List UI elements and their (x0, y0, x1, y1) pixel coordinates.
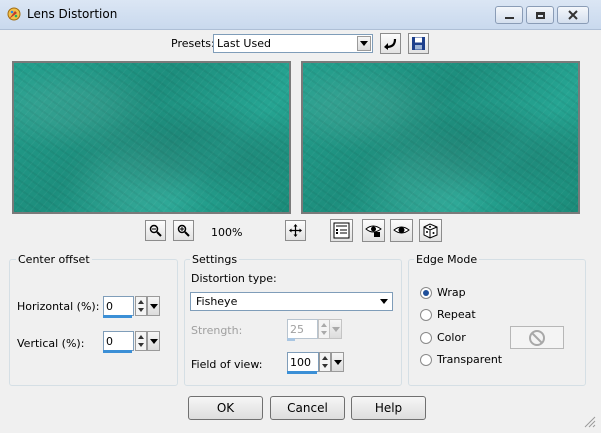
vertical-slider-dropdown[interactable] (147, 331, 160, 351)
eye-lock-icon (365, 225, 382, 237)
radio-repeat-label[interactable]: Repeat (437, 308, 476, 321)
minimize-icon (504, 16, 514, 19)
horizontal-input[interactable]: 0 (103, 296, 134, 316)
zoom-out-icon (149, 224, 162, 237)
strength-slider-dropdown[interactable] (329, 319, 342, 339)
field-of-view-value: 100 (290, 356, 311, 369)
close-icon (568, 10, 578, 20)
field-of-view-label: Field of view: (191, 358, 263, 371)
eye-icon (393, 226, 410, 234)
presets-label: Presets: (171, 37, 215, 50)
resize-grip[interactable] (582, 414, 596, 428)
paint-shop-pro-icon (6, 6, 22, 22)
cancel-button[interactable]: Cancel (270, 396, 345, 420)
radio-color[interactable] (420, 332, 432, 344)
close-button[interactable] (557, 6, 589, 24)
field-of-view-input[interactable]: 100 (287, 352, 319, 372)
window-title: Lens Distortion (27, 7, 118, 21)
radio-transparent[interactable] (420, 354, 432, 366)
result-preview[interactable] (301, 61, 580, 214)
list-window-icon (333, 222, 350, 239)
horizontal-label: Horizontal (%): (17, 300, 100, 313)
chevron-down-icon[interactable] (357, 36, 371, 51)
ok-button[interactable]: OK (188, 396, 263, 420)
strength-stepper[interactable]: 25 (287, 319, 342, 341)
radio-repeat[interactable] (420, 309, 432, 321)
vertical-label: Vertical (%): (17, 337, 85, 350)
horizontal-stepper[interactable]: 0 (103, 296, 160, 318)
zoom-level: 100% (211, 226, 243, 239)
edge-mode-group (408, 259, 586, 386)
chevron-down-icon[interactable] (377, 294, 391, 309)
save-preset-button[interactable] (408, 33, 429, 54)
preview-toggle-button[interactable] (390, 219, 413, 242)
minimize-button[interactable] (495, 6, 523, 24)
strength-label: Strength: (191, 324, 243, 337)
move-arrows-icon (289, 224, 302, 237)
strength-value: 25 (290, 323, 304, 336)
vertical-spin-buttons[interactable] (135, 331, 147, 351)
zoom-in-icon (177, 224, 190, 237)
vertical-value: 0 (106, 335, 113, 348)
distortion-type-label: Distortion type: (191, 272, 277, 285)
maximize-icon (535, 11, 545, 19)
maximize-button[interactable] (526, 6, 554, 24)
reset-arrow-icon (384, 38, 397, 50)
presets-value: Last Used (217, 37, 271, 50)
resize-grip-icon (584, 416, 596, 428)
horizontal-slider-bar[interactable] (103, 315, 132, 318)
field-of-view-stepper[interactable]: 100 (287, 352, 344, 374)
zoom-out-button[interactable] (145, 220, 166, 241)
no-color-icon (529, 329, 545, 346)
strength-input[interactable]: 25 (287, 319, 318, 339)
center-offset-group (9, 259, 178, 386)
zoom-in-button[interactable] (173, 220, 194, 241)
field-of-view-slider-bar[interactable] (287, 371, 317, 374)
horizontal-slider-dropdown[interactable] (147, 296, 160, 316)
distortion-type-value: Fisheye (196, 295, 238, 308)
distortion-type-dropdown[interactable]: Fisheye (190, 292, 393, 311)
radio-transparent-label[interactable]: Transparent (437, 353, 502, 366)
original-preview[interactable] (12, 61, 291, 214)
proof-button[interactable] (330, 219, 353, 242)
help-button[interactable]: Help (351, 396, 426, 420)
strength-slider-bar[interactable] (287, 338, 295, 341)
vertical-slider-bar[interactable] (103, 350, 132, 353)
field-of-view-spin-buttons[interactable] (319, 352, 331, 372)
horizontal-value: 0 (106, 300, 113, 313)
edge-mode-title: Edge Mode (414, 253, 480, 266)
floppy-disk-icon (412, 37, 425, 50)
reset-preset-button[interactable] (380, 33, 401, 54)
dice-icon (423, 223, 438, 239)
pan-button[interactable] (285, 220, 306, 241)
presets-dropdown[interactable]: Last Used (213, 34, 373, 53)
settings-title: Settings (190, 253, 240, 266)
randomize-button[interactable] (419, 219, 442, 242)
auto-proof-button[interactable] (362, 219, 385, 242)
vertical-stepper[interactable]: 0 (103, 331, 160, 353)
color-swatch[interactable] (510, 326, 564, 349)
radio-wrap-label[interactable]: Wrap (437, 286, 466, 299)
radio-color-label[interactable]: Color (437, 331, 466, 344)
horizontal-spin-buttons[interactable] (135, 296, 147, 316)
center-offset-title: Center offset (16, 253, 92, 266)
radio-wrap[interactable] (420, 287, 432, 299)
vertical-input[interactable]: 0 (103, 331, 134, 351)
field-of-view-slider-dropdown[interactable] (331, 352, 344, 372)
